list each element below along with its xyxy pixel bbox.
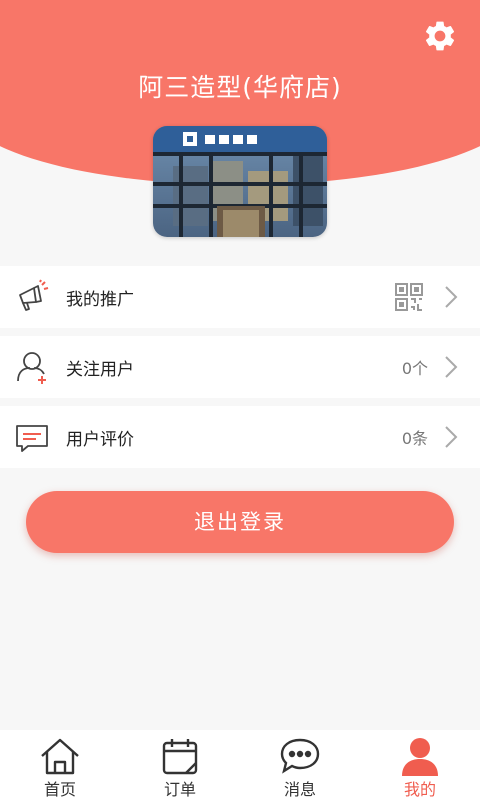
chat-bubble-icon (280, 738, 320, 774)
tab-home[interactable]: 首页 (0, 730, 120, 800)
bottom-tab-bar: 首页 订单 消息 我的 (0, 730, 480, 800)
store-photo (153, 126, 327, 237)
review-count: 0条 (401, 429, 428, 448)
person-icon (402, 738, 438, 776)
comment-icon (16, 425, 48, 452)
user-add-icon (17, 352, 46, 384)
gear-icon[interactable] (422, 18, 458, 54)
chevron-right-icon (445, 426, 458, 448)
tab-orders[interactable]: 订单 (120, 730, 240, 800)
logout-button[interactable]: 退出登录 (26, 491, 454, 553)
menu-item-my-promotion[interactable]: 我的推广 (0, 266, 480, 328)
profile-header: 阿三造型(华府店) (0, 0, 480, 245)
menu-item-followers[interactable]: 关注用户 0个 (0, 336, 480, 398)
menu-item-user-reviews[interactable]: 用户评价 0条 (0, 406, 480, 468)
chevron-right-icon (445, 286, 458, 308)
tab-label: 订单 (163, 780, 196, 799)
menu-item-label: 用户评价 (66, 429, 134, 450)
follower-count: 0个 (401, 359, 428, 378)
store-name: 阿三造型(华府店) (138, 73, 342, 102)
tab-label: 首页 (43, 780, 76, 799)
menu-item-label: 关注用户 (66, 359, 134, 380)
tab-label: 消息 (283, 780, 316, 799)
chevron-right-icon (445, 356, 458, 378)
tab-mine[interactable]: 我的 (360, 730, 480, 800)
calendar-icon (162, 739, 198, 775)
qr-code-icon[interactable] (394, 282, 424, 312)
megaphone-icon (19, 279, 49, 311)
home-icon (41, 738, 79, 775)
tab-messages[interactable]: 消息 (240, 730, 360, 800)
menu-item-label: 我的推广 (66, 289, 134, 310)
tab-label: 我的 (403, 780, 436, 799)
menu-list: 我的推广 关注用户 0个 用户评价 0条 (0, 266, 480, 476)
